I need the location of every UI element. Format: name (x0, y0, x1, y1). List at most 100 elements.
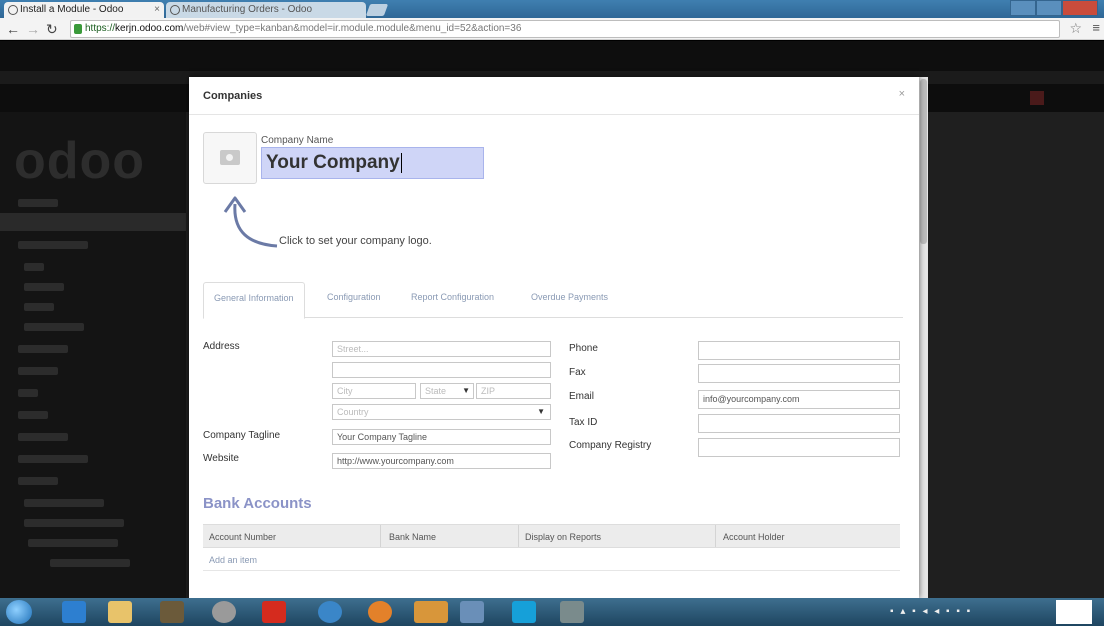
back-arrow-icon[interactable]: ← (6, 21, 20, 37)
address-bar[interactable]: https://kerjn.odoo.com/web#view_type=kan… (70, 20, 1060, 38)
sidebar-item (24, 263, 44, 271)
company-name-input[interactable]: Your Company (261, 147, 484, 179)
company-registry-input[interactable] (698, 438, 900, 457)
start-button[interactable] (6, 600, 32, 624)
calculator-icon[interactable] (460, 601, 484, 623)
company-tagline-input[interactable]: Your Company Tagline (332, 429, 551, 445)
fax-input[interactable] (698, 364, 900, 383)
sidebar-item (18, 477, 58, 485)
browser-toolbar: ← → ↻ https://kerjn.odoo.com/web#view_ty… (0, 18, 1104, 40)
sidebar-item (18, 455, 88, 463)
sidebar-active-item (0, 213, 186, 231)
media-player-icon[interactable] (160, 601, 184, 623)
camera-icon (220, 150, 240, 165)
column-account-number[interactable]: Account Number (209, 532, 276, 542)
browser-tab-manufacturing-orders[interactable]: Manufacturing Orders - Odoo (166, 2, 366, 18)
paint-icon[interactable] (560, 601, 584, 623)
odoo-favicon-icon (8, 5, 18, 15)
settings-icon[interactable] (212, 601, 236, 623)
sidebar-item (24, 283, 64, 291)
tab-general-information[interactable]: General Information (203, 282, 305, 319)
browser-menu-icon[interactable]: ≡ (1092, 20, 1100, 35)
sidebar-item (24, 323, 84, 331)
system-tray[interactable]: ▪ ▴ ▪ ◂ ◂ ▪ ▪ ▪ (890, 606, 972, 617)
maximize-button[interactable] (1036, 0, 1062, 16)
close-window-button[interactable] (1062, 0, 1098, 16)
new-tab-button[interactable] (365, 4, 389, 16)
website-label: Website (203, 453, 239, 464)
column-account-holder[interactable]: Account Holder (723, 532, 785, 542)
network-icon[interactable] (318, 601, 342, 623)
address-label: Address (203, 341, 240, 352)
tab-overdue-payments[interactable]: Overdue Payments (531, 292, 608, 302)
internet-explorer-icon[interactable] (62, 601, 86, 623)
close-tab-icon[interactable]: × (154, 2, 160, 18)
company-name-value: Your Company (266, 152, 400, 173)
minimize-button[interactable] (1010, 0, 1036, 16)
dropdown-caret-icon: ▼ (537, 407, 545, 416)
email-input[interactable]: info@yourcompany.com (698, 390, 900, 409)
browser-tab-title: Install a Module - Odoo (20, 4, 124, 15)
top-navbar (0, 41, 1104, 71)
window-controls (1010, 0, 1098, 16)
street2-input[interactable] (332, 362, 551, 378)
modal-scrollbar-thumb[interactable] (920, 79, 927, 244)
sidebar-item (24, 303, 54, 311)
chrome-icon[interactable] (414, 601, 448, 623)
website-input[interactable]: http://www.yourcompany.com (332, 453, 551, 469)
tax-id-label: Tax ID (569, 417, 598, 428)
company-logo-upload[interactable] (203, 132, 257, 184)
add-an-item-link[interactable]: Add an item (209, 555, 257, 565)
acrobat-icon[interactable] (262, 601, 286, 623)
notification-icon (1030, 91, 1044, 105)
company-name-label: Company Name (261, 135, 334, 146)
tax-id-input[interactable] (698, 414, 900, 433)
file-explorer-icon[interactable] (108, 601, 132, 623)
logo-hint-text: Click to set your company logo. (279, 235, 432, 247)
url-path: /web#view_type=kanban&model=ir.module.mo… (183, 23, 522, 34)
browser-tab-install-module[interactable]: Install a Module - Odoo × (4, 2, 164, 18)
forward-arrow-icon[interactable]: → (26, 21, 40, 37)
windows-taskbar: ▪ ▴ ▪ ◂ ◂ ▪ ▪ ▪ (0, 598, 1104, 626)
sidebar-item (18, 433, 68, 441)
firefox-icon[interactable] (368, 601, 392, 623)
clock-area[interactable] (1056, 600, 1092, 624)
companies-dialog: Companies × Company Name Your Company Cl… (189, 77, 919, 598)
odoo-logo: odoo (14, 132, 146, 190)
sidebar-item (18, 199, 58, 207)
sidebar-item (28, 539, 118, 547)
sidebar-item (50, 559, 130, 567)
column-bank-name[interactable]: Bank Name (389, 532, 436, 542)
tab-report-configuration[interactable]: Report Configuration (411, 292, 494, 302)
reload-icon[interactable]: ↻ (46, 21, 58, 37)
sidebar-item (18, 411, 48, 419)
phone-label: Phone (569, 343, 598, 354)
sidebar-item (18, 367, 58, 375)
sidebar-item (24, 499, 104, 507)
city-input[interactable]: City (332, 383, 416, 399)
dialog-title: Companies (203, 90, 263, 102)
state-placeholder: State (425, 386, 447, 396)
tab-configuration[interactable]: Configuration (327, 292, 381, 302)
close-icon[interactable]: × (899, 88, 905, 100)
sidebar-item (18, 389, 38, 397)
column-divider (380, 525, 381, 547)
dropdown-caret-icon: ▼ (462, 386, 470, 395)
form-tabs: General Information Configuration Report… (203, 282, 903, 319)
zip-input[interactable]: ZIP (476, 383, 551, 399)
country-select[interactable]: Country ▼ (332, 404, 551, 420)
url-scheme: https:// (85, 23, 116, 34)
dialog-header: Companies × (189, 77, 919, 115)
state-select[interactable]: State ▼ (420, 383, 474, 399)
bank-table-header: Account Number Bank Name Display on Repo… (203, 524, 900, 548)
skype-icon[interactable] (512, 601, 536, 623)
browser-titlebar: Install a Module - Odoo × Manufacturing … (0, 0, 1104, 18)
text-caret (400, 152, 402, 173)
lock-icon (74, 24, 82, 34)
url-host: kerjn.odoo.com (115, 23, 184, 34)
street-input[interactable]: Street... (332, 341, 551, 357)
table-row-divider (203, 570, 900, 571)
bookmark-star-icon[interactable]: ☆ (1069, 20, 1082, 37)
column-display-on-reports[interactable]: Display on Reports (525, 532, 601, 542)
phone-input[interactable] (698, 341, 900, 360)
